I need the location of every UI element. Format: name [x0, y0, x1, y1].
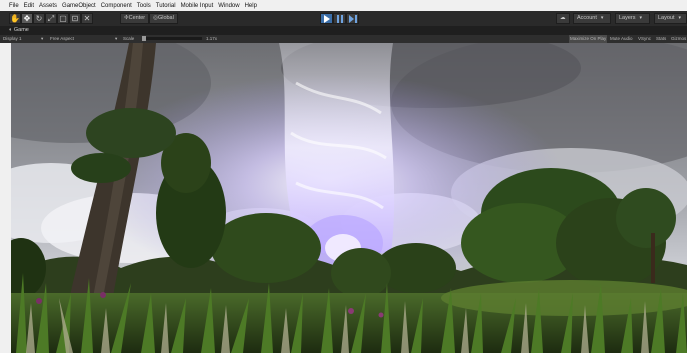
- rect-icon[interactable]: ▢: [57, 13, 69, 24]
- scale-value: 1.17x: [206, 36, 218, 41]
- game-icon: ◐: [9, 27, 13, 33]
- account-dropdown[interactable]: Account ▾: [573, 13, 611, 24]
- move-icon[interactable]: ✥: [21, 13, 33, 24]
- menu-assets[interactable]: Assets: [39, 3, 57, 9]
- step-icon[interactable]: [346, 13, 359, 24]
- chevron-down-icon: ▾: [600, 15, 604, 21]
- pivot-center-button[interactable]: ✢Center: [120, 13, 150, 24]
- display-dropdown[interactable]: Display 1: [3, 35, 22, 43]
- menu-tools[interactable]: Tools: [137, 3, 151, 9]
- stats-toggle[interactable]: Stats: [656, 35, 666, 43]
- chevron-down-icon: ▾: [639, 15, 643, 21]
- menu-component[interactable]: Component: [101, 3, 132, 9]
- chevron-down-icon: ▾: [115, 36, 118, 41]
- play-icon[interactable]: [320, 13, 333, 24]
- menu-mobile-input[interactable]: Mobile Input: [181, 3, 214, 9]
- menu-edit[interactable]: Edit: [24, 3, 34, 9]
- menu-help[interactable]: Help: [245, 3, 257, 9]
- pivot-toggles: ✢Center ◎Global: [120, 13, 178, 24]
- transform-tools: ✋ ✥ ↻ ⤢ ▢ ⊡ ✕: [9, 13, 93, 24]
- layers-dropdown[interactable]: Layers ▾: [615, 13, 650, 24]
- cloud-button[interactable]: ☁: [556, 13, 570, 24]
- scale-label: Scale: [123, 36, 135, 41]
- gizmos-dropdown[interactable]: Gizmos: [671, 35, 686, 43]
- scale-slider[interactable]: [142, 37, 202, 40]
- game-viewport[interactable]: [11, 43, 687, 353]
- forest-scene: [11, 43, 687, 353]
- vsync-toggle[interactable]: VSync: [638, 35, 651, 43]
- menu-file[interactable]: File: [9, 3, 19, 9]
- chevron-down-icon: ▾: [678, 15, 682, 21]
- custom-tool-icon[interactable]: ✕: [81, 13, 93, 24]
- rotate-icon[interactable]: ↻: [33, 13, 45, 24]
- game-view-bar: Display 1 ▾ Free Aspect ▾ Scale 1.17x Ma…: [0, 35, 687, 43]
- menu-tutorial[interactable]: Tutorial: [156, 3, 176, 9]
- menu-bar: File Edit Assets GameObject Component To…: [0, 0, 687, 11]
- play-controls: [320, 13, 359, 24]
- transform-icon[interactable]: ⊡: [69, 13, 81, 24]
- toolbar: ✋ ✥ ↻ ⤢ ▢ ⊡ ✕ ✢Center ◎Global ☁ Account ▾…: [0, 11, 687, 26]
- cloud-icon: ☁: [556, 13, 570, 24]
- scale-slider-handle[interactable]: [142, 36, 146, 41]
- hand-icon[interactable]: ✋: [9, 13, 21, 24]
- chevron-down-icon: ▾: [41, 36, 44, 41]
- game-tab[interactable]: ◐ Game: [0, 26, 687, 35]
- menu-gameobject[interactable]: GameObject: [62, 3, 96, 9]
- aspect-dropdown[interactable]: Free Aspect: [50, 35, 74, 43]
- pause-icon[interactable]: [333, 13, 346, 24]
- mute-audio-toggle[interactable]: Mute Audio: [610, 35, 633, 43]
- scale-icon[interactable]: ⤢: [45, 13, 57, 24]
- maximize-on-play-toggle[interactable]: Maximize On Play: [569, 35, 608, 43]
- space-global-button[interactable]: ◎Global: [149, 13, 178, 24]
- layout-dropdown[interactable]: Layout ▾: [654, 13, 687, 24]
- menu-window[interactable]: Window: [218, 3, 239, 9]
